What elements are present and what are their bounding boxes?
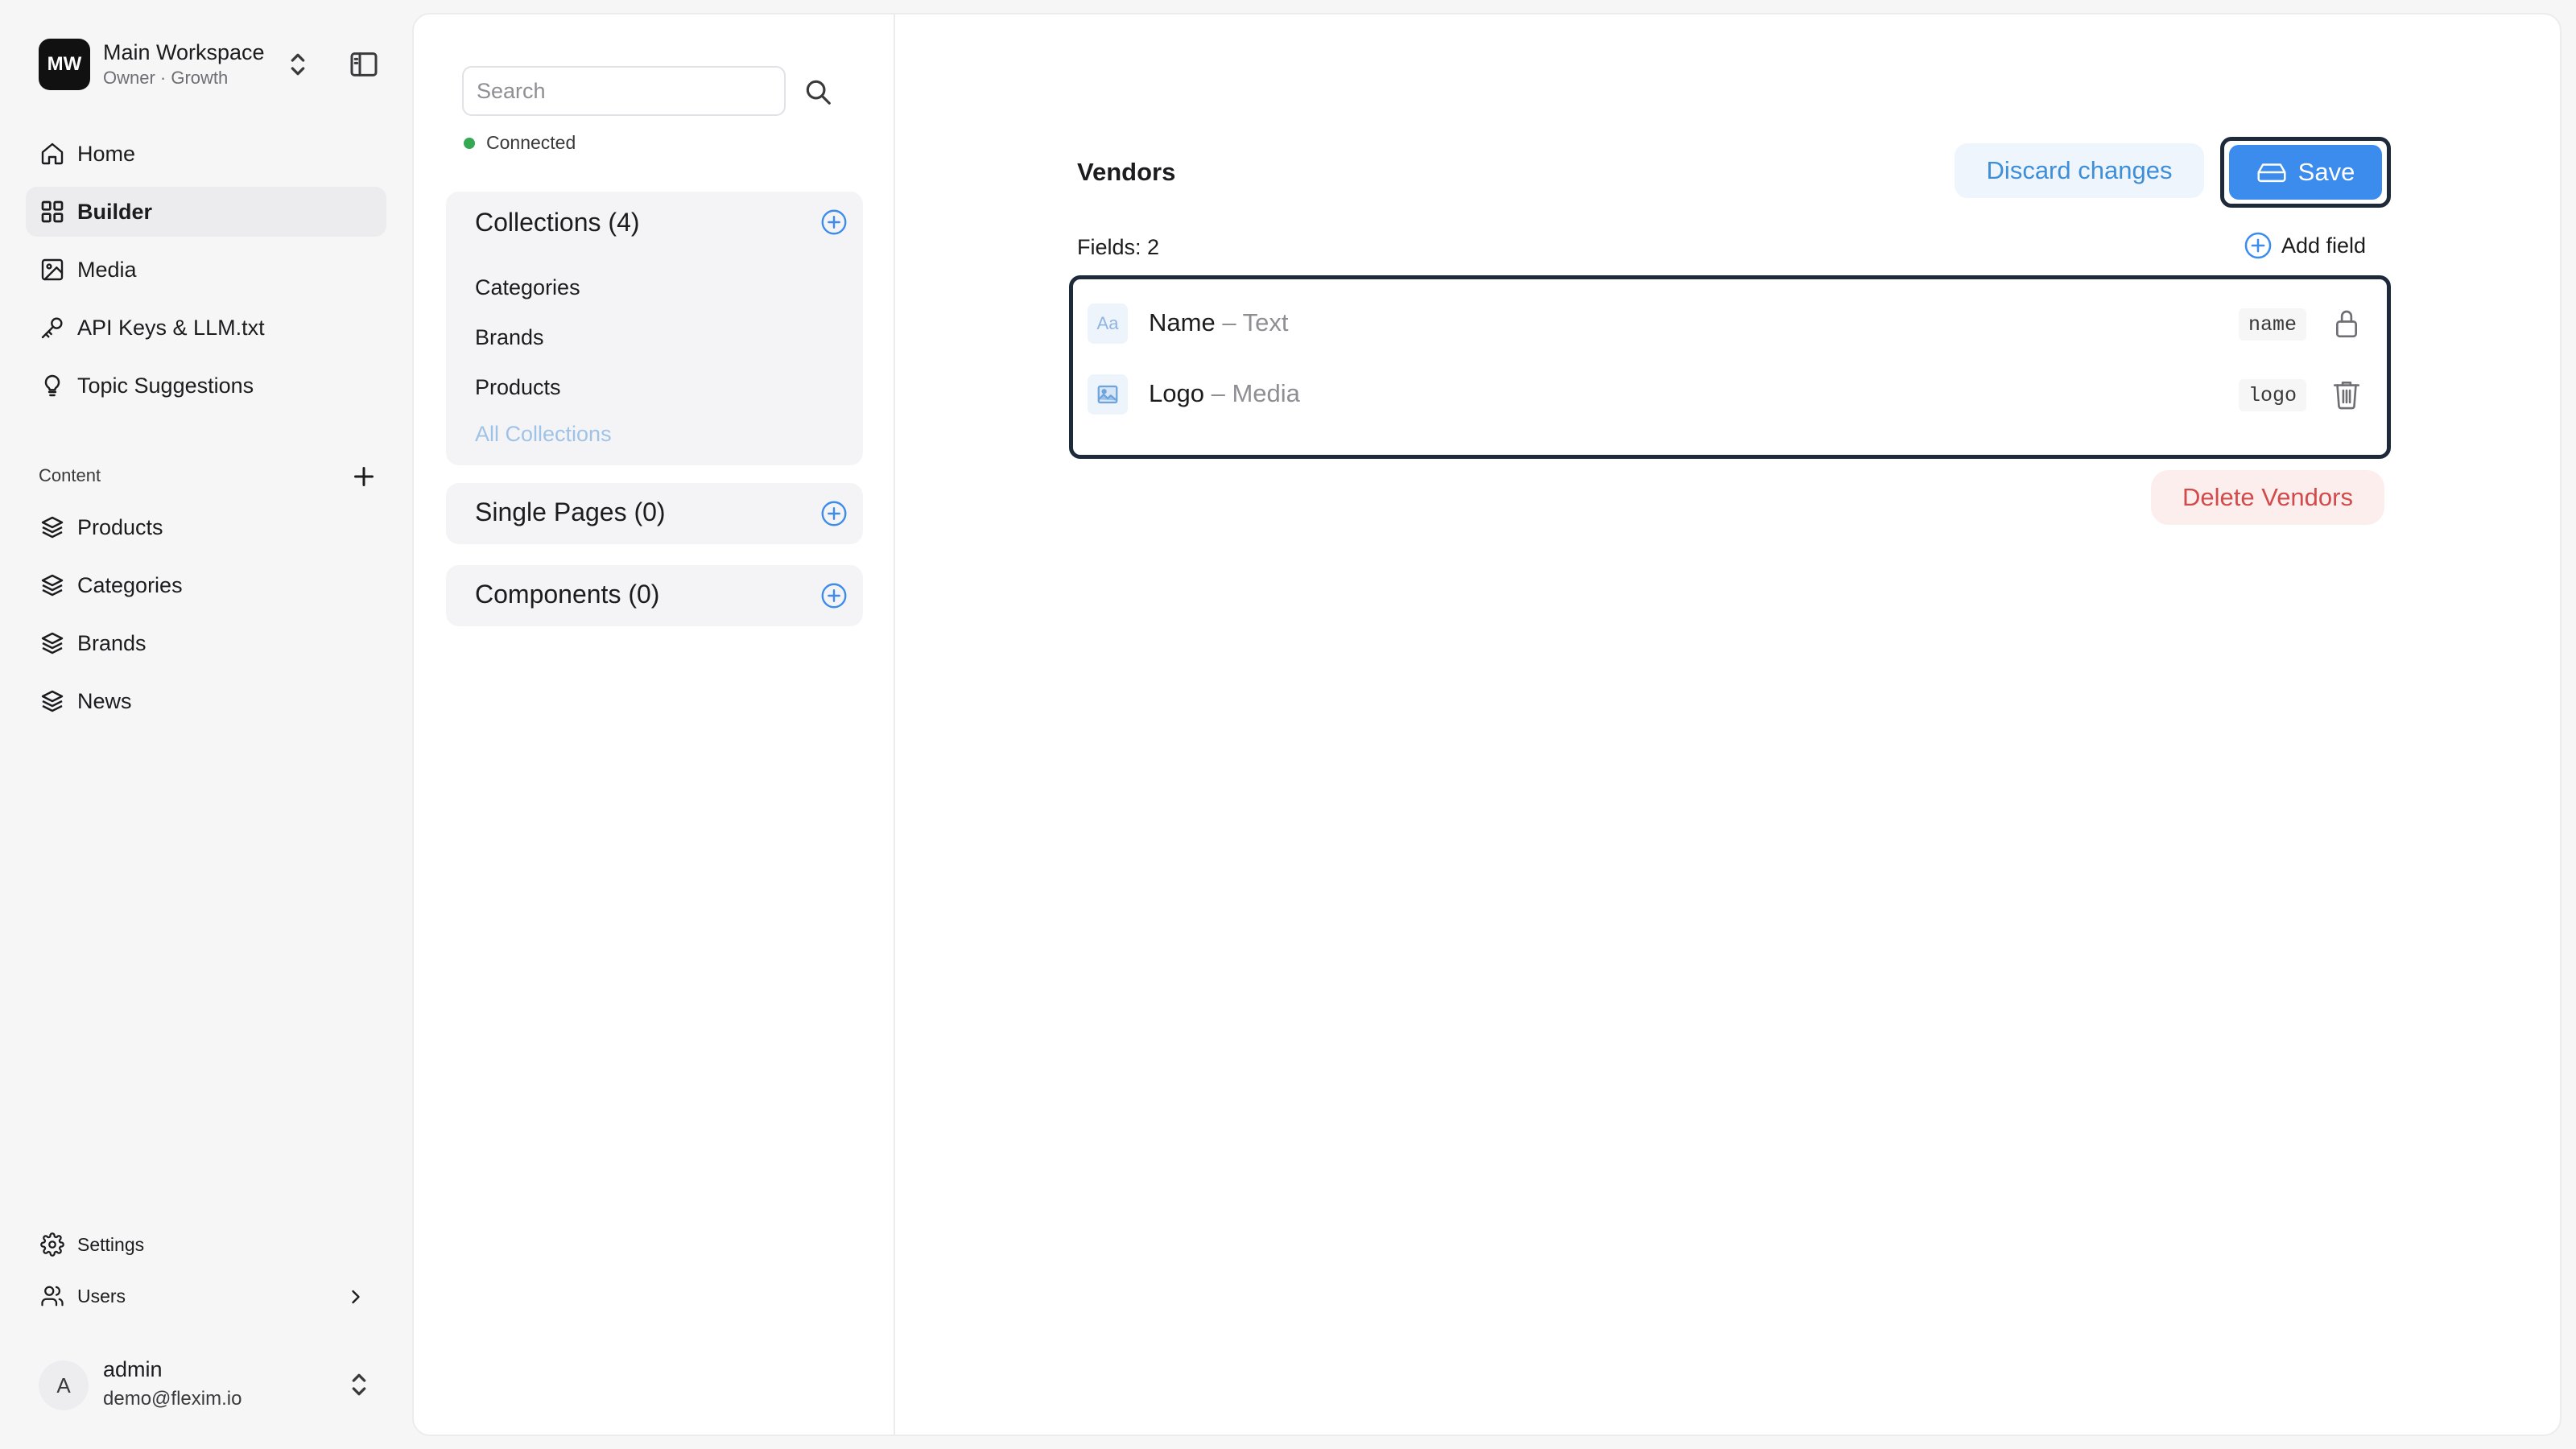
chevron-right-icon xyxy=(345,1286,367,1308)
field-type: Text xyxy=(1242,308,1289,336)
nav-item-topic-suggestions[interactable]: Topic Suggestions xyxy=(26,361,386,411)
nav-label: Builder xyxy=(77,199,153,224)
image-icon xyxy=(26,257,77,283)
nav-label: Home xyxy=(77,141,136,166)
plus-circle-icon xyxy=(2244,232,2272,259)
nav-label: News xyxy=(77,688,132,713)
avatar: A xyxy=(39,1360,89,1410)
status-dot xyxy=(464,137,475,149)
lightbulb-icon xyxy=(26,373,77,398)
save-icon xyxy=(2257,163,2286,183)
chevron-updown-icon[interactable] xyxy=(282,48,314,80)
add-field-label: Add field xyxy=(2281,233,2367,258)
collection-item-products[interactable]: Products xyxy=(475,375,561,400)
field-name: Logo xyxy=(1149,379,1204,407)
save-button-focus-ring: Save xyxy=(2220,137,2391,208)
search-icon[interactable] xyxy=(800,74,836,109)
collection-item-categories[interactable]: Categories xyxy=(475,275,580,300)
nav-item-users[interactable]: Users xyxy=(26,1272,386,1320)
key-icon xyxy=(26,315,77,341)
nav-label: Media xyxy=(77,257,137,282)
single-pages-title: Single Pages (0) xyxy=(475,497,666,526)
field-name: Name xyxy=(1149,308,1216,336)
text-type-icon: Aa xyxy=(1088,303,1128,344)
sidebar-toggle-icon[interactable] xyxy=(348,48,380,80)
nav-label: API Keys & LLM.txt xyxy=(77,315,265,340)
nav-item-settings[interactable]: Settings xyxy=(26,1220,386,1269)
main-card: Connected Collections (4) Categories Bra… xyxy=(412,13,2562,1436)
save-button[interactable]: Save xyxy=(2229,145,2382,200)
builder-panel: Connected Collections (4) Categories Bra… xyxy=(414,14,895,1435)
plus-icon[interactable] xyxy=(349,462,378,491)
plus-circle-icon[interactable] xyxy=(818,580,850,612)
lock-icon[interactable] xyxy=(2330,307,2363,341)
nav-item-media[interactable]: Media xyxy=(26,245,386,295)
layers-icon xyxy=(26,572,77,598)
content-section-header: Content xyxy=(39,462,377,491)
plus-circle-icon[interactable] xyxy=(818,206,850,238)
image-type-icon xyxy=(1088,374,1128,415)
content-heading: Content xyxy=(39,465,101,485)
field-type: Media xyxy=(1232,379,1300,407)
user-menu[interactable]: A admin demo@flexim.io xyxy=(39,1357,386,1414)
nav-item-brands[interactable]: Brands xyxy=(26,618,386,668)
grid-icon xyxy=(26,199,77,225)
collections-panel: Collections (4) Categories Brands Produc… xyxy=(446,192,863,465)
search-input[interactable] xyxy=(462,66,786,116)
nav-label: Topic Suggestions xyxy=(77,373,254,398)
layers-icon xyxy=(26,630,77,656)
nav-label: Brands xyxy=(77,630,147,655)
gear-icon xyxy=(26,1232,77,1257)
field-separator: – xyxy=(1215,308,1243,336)
single-pages-panel: Single Pages (0) xyxy=(446,483,863,544)
user-email: demo@flexim.io xyxy=(103,1388,242,1410)
workspace-subtitle: Owner · Growth xyxy=(103,68,229,88)
connection-status: Connected xyxy=(464,132,576,154)
plus-circle-icon[interactable] xyxy=(818,497,850,530)
field-row-name[interactable]: Aa Name – Text name xyxy=(1088,295,2372,352)
nav-item-builder[interactable]: Builder xyxy=(26,187,386,237)
field-row-logo[interactable]: Logo – Media logo xyxy=(1088,366,2372,423)
components-panel: Components (0) xyxy=(446,565,863,626)
nav-item-categories[interactable]: Categories xyxy=(26,560,386,610)
status-text: Connected xyxy=(486,132,576,153)
fields-count: Fields: 2 xyxy=(1077,235,1160,259)
components-title: Components (0) xyxy=(475,580,660,609)
workspace-switcher[interactable]: MW Main Workspace Owner · Growth xyxy=(39,39,386,90)
discard-changes-button[interactable]: Discard changes xyxy=(1955,143,2204,198)
all-collections-link[interactable]: All Collections xyxy=(475,422,612,447)
user-name: admin xyxy=(103,1357,163,1381)
layers-icon xyxy=(26,688,77,714)
sidebar: MW Main Workspace Owner · Growth Home Bu… xyxy=(0,0,409,1449)
nav-item-home[interactable]: Home xyxy=(26,129,386,179)
nav-item-api-keys[interactable]: API Keys & LLM.txt xyxy=(26,303,386,353)
home-icon xyxy=(26,141,77,167)
workspace-name: Main Workspace xyxy=(103,40,265,64)
collections-title: Collections (4) xyxy=(475,208,640,237)
save-label: Save xyxy=(2297,158,2355,186)
collection-item-brands[interactable]: Brands xyxy=(475,325,544,350)
field-label: Logo – Media xyxy=(1149,379,1300,408)
nav-item-news[interactable]: News xyxy=(26,676,386,726)
delete-collection-button[interactable]: Delete Vendors xyxy=(2151,470,2384,525)
layers-icon xyxy=(26,514,77,540)
nav-label: Categories xyxy=(77,572,183,597)
add-field-button[interactable]: Add field xyxy=(2243,230,2366,261)
field-separator: – xyxy=(1203,379,1232,407)
nav-label: Products xyxy=(77,514,163,539)
nav-label: Users xyxy=(77,1285,126,1307)
field-key: logo xyxy=(2239,379,2306,411)
collection-title: Vendors xyxy=(1077,158,1176,186)
nav-label: Settings xyxy=(77,1233,145,1255)
workspace-avatar: MW xyxy=(39,39,90,90)
users-icon xyxy=(26,1284,77,1308)
trash-icon[interactable] xyxy=(2330,378,2363,411)
chevron-updown-icon[interactable] xyxy=(343,1368,375,1401)
field-key: name xyxy=(2239,308,2306,341)
nav-item-products[interactable]: Products xyxy=(26,502,386,552)
fields-list: Aa Name – Text name Logo – Media logo xyxy=(1069,275,2391,459)
field-label: Name – Text xyxy=(1149,308,1288,337)
